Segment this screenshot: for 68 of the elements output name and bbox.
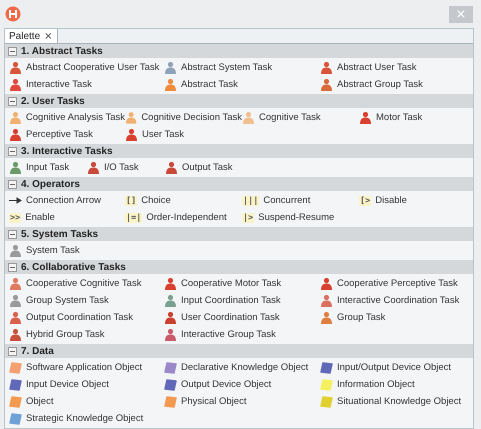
palette-item[interactable]: Cognitive Task [242, 109, 359, 126]
collapse-icon[interactable] [8, 346, 17, 356]
operator-symbol: [] [125, 196, 138, 206]
palette-item[interactable]: Motor Task [359, 109, 473, 126]
palette-item[interactable]: Abstract Task [164, 76, 320, 93]
palette-item[interactable]: Output Task [165, 159, 473, 176]
palette-item[interactable]: Cooperative Cognitive Task [9, 275, 164, 292]
palette-item[interactable]: Cooperative Perceptive Task [320, 275, 473, 292]
palette-item[interactable]: [> Disable [359, 192, 473, 209]
operator-symbol: >> [9, 212, 22, 222]
tab-close-button[interactable]: × [44, 30, 53, 42]
palette-item[interactable]: Strategic Knowledge Object [9, 410, 164, 427]
palette-item[interactable]: Abstract User Task [320, 59, 473, 76]
palette-item[interactable]: Interactive Task [9, 76, 164, 93]
palette-item[interactable]: Object [9, 393, 164, 410]
section-header[interactable]: 2. User Tasks [5, 94, 473, 108]
palette-item[interactable]: Physical Object [164, 393, 320, 410]
palette-item[interactable]: User Coordination Task [164, 309, 320, 326]
palette-item[interactable]: Input/Output Device Object [320, 359, 473, 376]
palette-item[interactable]: Cognitive Decision Task [125, 109, 242, 126]
palette-item[interactable]: Declarative Knowledge Object [164, 359, 320, 376]
section-header[interactable]: 3. Interactive Tasks [5, 144, 473, 158]
operator-symbol: ||| [242, 196, 260, 206]
palette-item[interactable]: Output Device Object [164, 376, 320, 393]
arrow-icon [9, 197, 22, 204]
palette-item[interactable]: Input Coordination Task [164, 292, 320, 309]
palette-item[interactable]: User Task [125, 126, 242, 143]
palette-item[interactable]: Interactive Group Task [164, 326, 320, 343]
palette-item[interactable]: Abstract System Task [164, 59, 320, 76]
section-header[interactable]: 4. Operators [5, 177, 473, 191]
palette-item[interactable]: >> Enable [9, 209, 125, 226]
palette-item[interactable]: Cooperative Motor Task [164, 275, 320, 292]
palette-item[interactable]: Abstract Cooperative User Task [9, 59, 164, 76]
palette-item[interactable]: Software Application Object [9, 359, 164, 376]
palette-item[interactable]: Cognitive Analysis Task [9, 109, 125, 126]
collapse-icon[interactable] [8, 262, 17, 272]
palette-item[interactable]: Connection Arrow [9, 192, 125, 209]
section-header[interactable]: 1. Abstract Tasks [5, 44, 473, 58]
section-header[interactable]: 7. Data [5, 344, 473, 358]
section-header[interactable]: 6. Collaborative Tasks [5, 260, 473, 274]
collapse-icon[interactable] [8, 230, 17, 238]
palette-item[interactable]: |=| Order-Independent [125, 209, 242, 226]
section-header[interactable]: 5. System Tasks [5, 227, 473, 241]
palette-item[interactable]: |> Suspend-Resume [242, 209, 359, 226]
logo-icon [5, 6, 21, 22]
palette-item[interactable]: Information Object [320, 376, 473, 393]
operator-symbol: [> [359, 196, 372, 206]
palette-item[interactable]: Perceptive Task [9, 126, 125, 143]
palette-item[interactable]: Abstract Group Task [320, 76, 473, 93]
operator-symbol: |> [242, 212, 254, 222]
palette-tab[interactable]: Palette × [5, 29, 58, 43]
palette-item[interactable]: Situational Knowledge Object [320, 393, 473, 410]
palette-item[interactable]: Interactive Coordination Task [320, 292, 473, 309]
palette-item[interactable]: Input Device Object [9, 376, 164, 393]
palette-item[interactable]: Group System Task [9, 292, 164, 309]
collapse-icon[interactable] [8, 46, 17, 56]
collapse-icon[interactable] [8, 146, 17, 156]
palette-item[interactable]: System Task [9, 242, 473, 259]
collapse-icon[interactable] [8, 96, 17, 106]
palette-item[interactable]: ||| Concurrent [242, 192, 359, 209]
operator-symbol: |=| [125, 212, 142, 222]
palette-item[interactable]: I/O Task [87, 159, 165, 176]
palette-item[interactable]: Hybrid Group Task [9, 326, 164, 343]
collapse-icon[interactable] [8, 180, 17, 188]
palette-item[interactable]: Group Task [320, 309, 473, 326]
palette-item[interactable]: Output Coordination Task [9, 309, 164, 326]
palette-item[interactable]: Input Task [9, 159, 87, 176]
palette-item[interactable]: [] Choice [125, 192, 242, 209]
